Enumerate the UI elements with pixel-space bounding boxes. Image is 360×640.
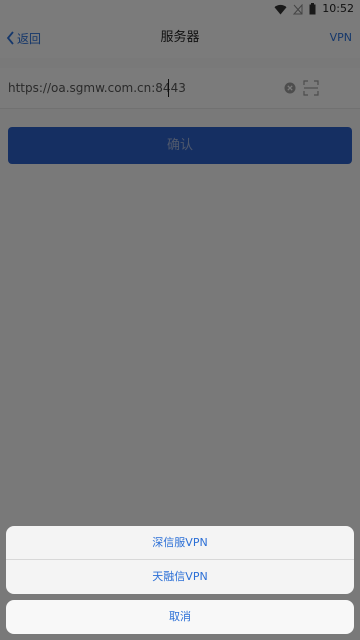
cancel-button[interactable]: 取消 bbox=[6, 600, 354, 634]
topsec-vpn-option[interactable]: 天融信VPN bbox=[6, 560, 354, 594]
action-sheet-options: 深信服VPN 天融信VPN bbox=[6, 526, 354, 594]
sangfor-vpn-option[interactable]: 深信服VPN bbox=[6, 526, 354, 560]
